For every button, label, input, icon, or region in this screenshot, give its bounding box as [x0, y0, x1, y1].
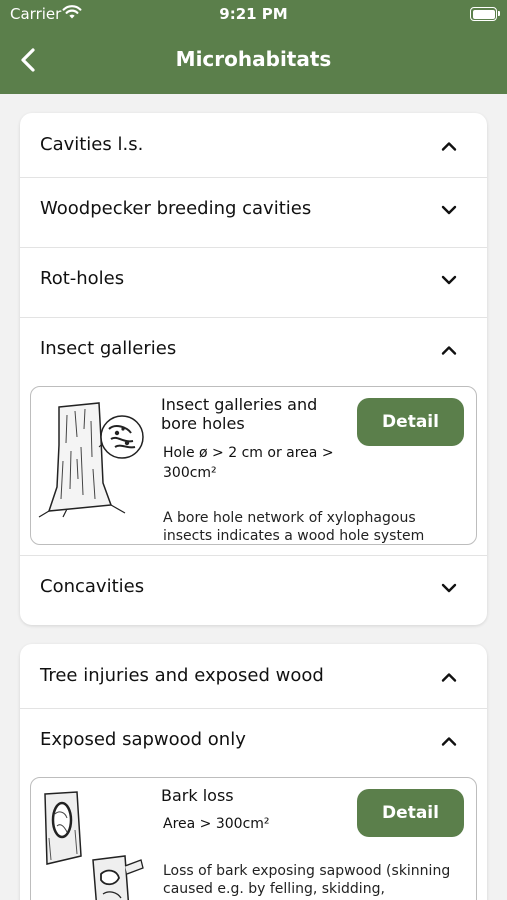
subgroup-label: Concavities — [40, 576, 145, 597]
detail-button[interactable]: Detail — [357, 398, 464, 446]
battery-icon — [470, 7, 500, 21]
chevron-up-icon — [441, 673, 457, 682]
item-description: Loss of bark exposing sapwood (skinning … — [163, 863, 451, 897]
item-criterion: Hole ø > 2 cm or area > 300cm² — [163, 445, 334, 481]
clock: 9:21 PM — [219, 5, 288, 23]
microhabitat-item-insect-galleries[interactable]: Insect galleries and bore holes Hole ø >… — [30, 386, 477, 545]
group-header-tree-injuries[interactable]: Tree injuries and exposed wood — [20, 644, 487, 714]
navigation-bar: Microhabitats — [0, 28, 507, 94]
subgroup-label: Rot-holes — [40, 268, 125, 289]
chevron-down-icon — [441, 275, 457, 285]
chevron-up-icon — [441, 142, 457, 151]
chevron-up-icon — [441, 737, 457, 746]
subgroup-insect-galleries[interactable]: Insect galleries — [20, 317, 487, 387]
subgroup-label: Woodpecker breeding cavities — [40, 198, 312, 219]
subgroup-woodpecker-breeding-cavities[interactable]: Woodpecker breeding cavities — [20, 177, 487, 247]
tree-trunk-illustration — [38, 402, 144, 518]
item-title: Bark loss — [161, 786, 234, 805]
group-label: Tree injuries and exposed wood — [40, 665, 324, 686]
subgroup-rot-holes[interactable]: Rot-holes — [20, 247, 487, 317]
bark-loss-illustration — [44, 791, 144, 900]
subgroup-concavities[interactable]: Concavities — [20, 555, 487, 625]
item-description: A bore hole network of xylophagous insec… — [163, 510, 425, 544]
item-criterion: Area > 300cm² — [163, 816, 270, 832]
chevron-down-icon — [441, 205, 457, 215]
subgroup-label: Exposed sapwood only — [40, 729, 246, 750]
chevron-up-icon — [441, 346, 457, 355]
group-header-cavities[interactable]: Cavities l.s. — [20, 113, 487, 183]
group-card-cavities: Cavities l.s. Woodpecker breeding caviti… — [20, 113, 487, 625]
microhabitat-item-bark-loss[interactable]: Bark loss Area > 300cm² Loss of bark exp… — [30, 777, 477, 900]
status-bar: Carrier 9:21 PM — [0, 0, 507, 28]
subgroup-label: Insect galleries — [40, 338, 177, 359]
group-label: Cavities l.s. — [40, 134, 144, 155]
item-title: Insect galleries and bore holes — [161, 395, 318, 433]
group-card-tree-injuries: Tree injuries and exposed wood Exposed s… — [20, 644, 487, 900]
page-title: Microhabitats — [175, 47, 332, 71]
subgroup-exposed-sapwood-only[interactable]: Exposed sapwood only — [20, 708, 487, 778]
detail-button[interactable]: Detail — [357, 789, 464, 837]
chevron-down-icon — [441, 583, 457, 593]
